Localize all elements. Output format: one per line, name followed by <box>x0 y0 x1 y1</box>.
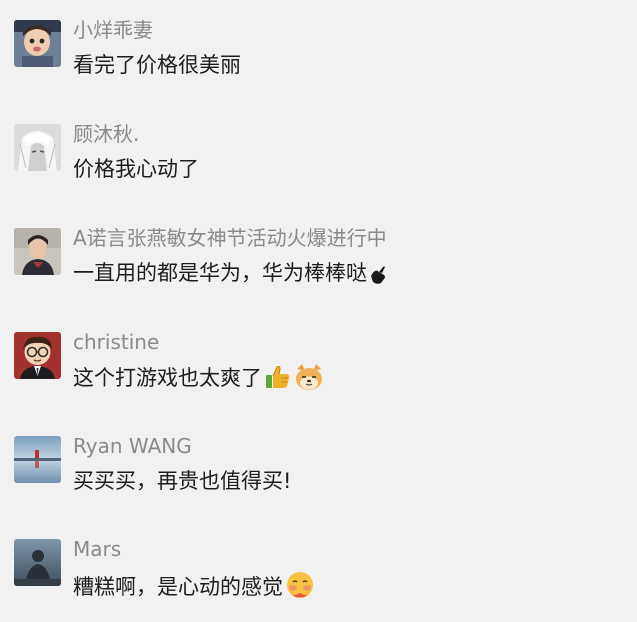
commenter-name[interactable]: Mars <box>73 536 121 562</box>
thumbs-up-icon <box>264 363 292 391</box>
comment-item: A诺言张燕敏女神节活动火爆进行中 一直用的都是华为，华为棒棒哒 <box>0 225 637 308</box>
blushing-face-icon <box>285 570 315 600</box>
comment-item: 顾沐秋. 价格我心动了 <box>0 121 637 204</box>
commenter-name[interactable]: 顾沐秋. <box>73 121 139 147</box>
comment-text: 买买买，再贵也值得买! <box>73 467 291 495</box>
comment-text-content: 看完了价格很美丽 <box>73 53 241 77</box>
commenter-name[interactable]: A诺言张燕敏女神节活动火爆进行中 <box>73 225 387 251</box>
comment-text: 一直用的都是华为，华为棒棒哒 <box>73 259 387 287</box>
comment-text: 这个打游戏也太爽了 <box>73 363 324 392</box>
comment-text: 价格我心动了 <box>73 155 199 183</box>
shiba-dog-icon <box>294 363 324 391</box>
comment-item: Mars 糟糕啊，是心动的感觉 <box>0 536 637 619</box>
pointing-hand-icon <box>369 264 387 286</box>
comment-text: 糟糕啊，是心动的感觉 <box>73 570 315 601</box>
commenter-name[interactable]: 小烊乖妻 <box>73 17 153 43</box>
person-silhouette-avatar[interactable] <box>14 539 61 586</box>
comment-text-content: 买买买，再贵也值得买! <box>73 469 292 493</box>
comment-text-content: 这个打游戏也太爽了 <box>73 366 262 390</box>
comment-item: Ryan WANG 买买买，再贵也值得买! <box>0 433 637 516</box>
salt-flat-reflection-avatar[interactable] <box>14 436 61 483</box>
comment-text-content: 价格我心动了 <box>73 157 199 181</box>
comment-item: christine 这个打游戏也太爽了 <box>0 329 637 412</box>
woman-portrait-avatar[interactable] <box>14 228 61 275</box>
commenter-name[interactable]: Ryan WANG <box>73 433 192 459</box>
child-face-avatar[interactable] <box>14 20 61 67</box>
comment-text-content: 糟糕啊，是心动的感觉 <box>73 575 283 599</box>
comment-text: 看完了价格很美丽 <box>73 51 241 79</box>
commenter-name[interactable]: christine <box>73 329 159 355</box>
cartoon-boy-avatar[interactable] <box>14 332 61 379</box>
comment-text-content: 一直用的都是华为，华为棒棒哒 <box>73 261 367 285</box>
comment-item: 小烊乖妻 看完了价格很美丽 <box>0 17 637 100</box>
comment-list: 小烊乖妻 看完了价格很美丽 顾沐秋. 价格我心动了 A诺言张燕敏女神节活动火爆进… <box>0 0 637 622</box>
white-hair-anime-avatar[interactable] <box>14 124 61 171</box>
